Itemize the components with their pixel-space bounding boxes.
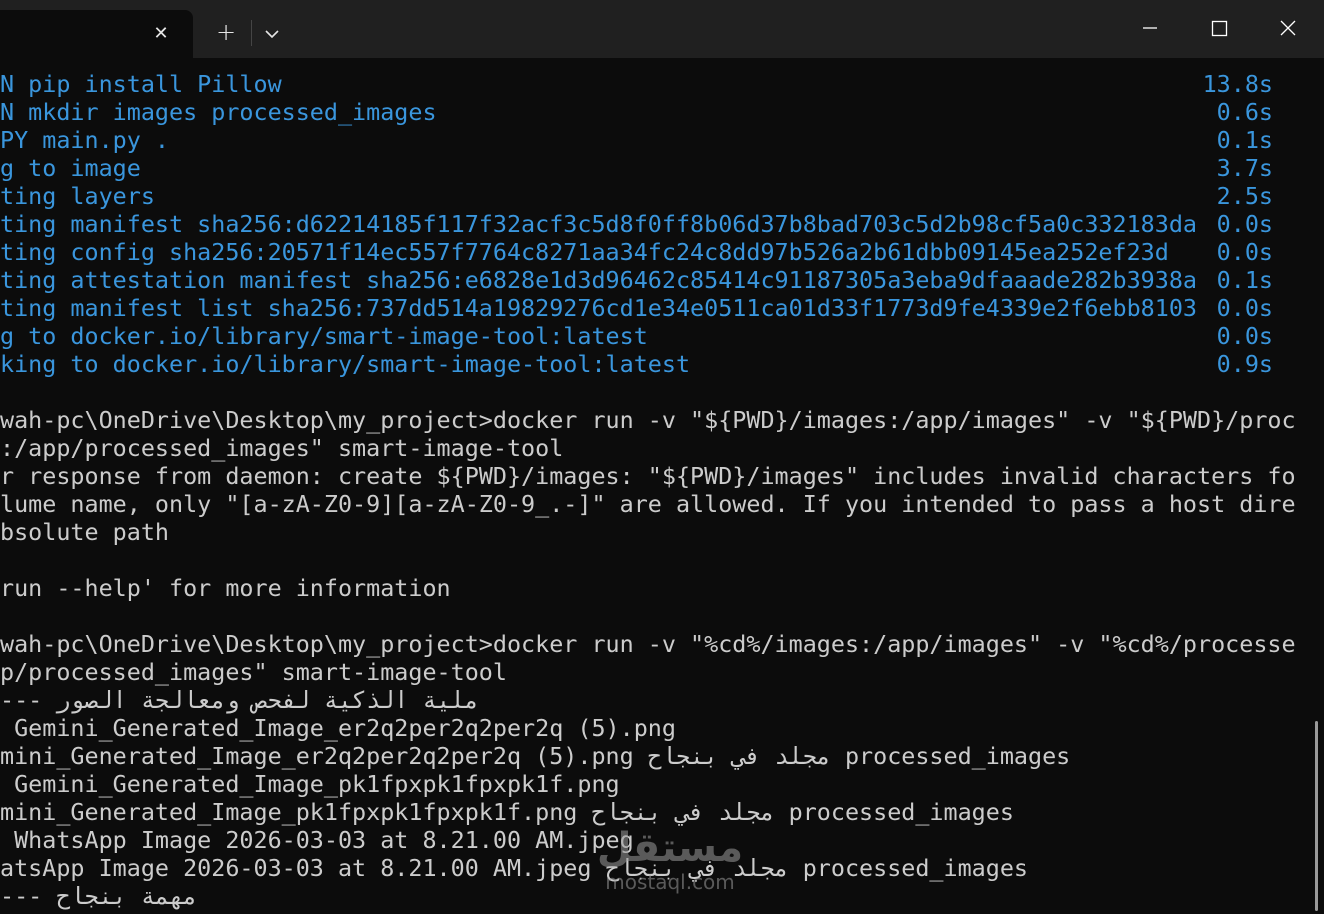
close-icon[interactable]: [1265, 10, 1311, 46]
build-step-time: 0.1s: [1216, 266, 1273, 294]
output-line: ‭mini_Generated_Image_pk1fpxpk1fpxpk1f.p…: [0, 798, 1014, 826]
build-step-text: ting manifest sha256:d62214185f117f32acf…: [0, 210, 1197, 238]
output-line: r response from daemon: create ${PWD}/im…: [0, 462, 1296, 490]
output-line: run --help' for more information: [0, 574, 451, 602]
build-step-time: 0.0s: [1216, 210, 1273, 238]
build-step-line: ting layers 2.5s: [0, 182, 1310, 210]
output-line: ‭--- حاجنب ةمهم‬: [0, 882, 198, 910]
scrollbar-thumb[interactable]: [1315, 721, 1318, 911]
build-step-time: 0.0s: [1216, 322, 1273, 350]
new-tab-icon[interactable]: +: [212, 18, 240, 46]
output-line: ‭--- روصلا ةجلاعمو صحفل ةيكذلا ةيلم‬: [0, 686, 479, 714]
build-step-line: king to docker.io/library/smart-image-to…: [0, 350, 1310, 378]
build-step-line: g to image 3.7s: [0, 154, 1310, 182]
build-step-text: N pip install Pillow: [0, 70, 282, 98]
output-line: wah-pc\OneDrive\Desktop\my_project>docke…: [0, 630, 1296, 658]
build-step-text: king to docker.io/library/smart-image-to…: [0, 350, 691, 378]
output-line: ‭mini_Generated_Image_er2q2per2q2per2q (…: [0, 742, 1071, 770]
build-step-text: ting manifest list sha256:737dd514a19829…: [0, 294, 1197, 322]
build-step-text: g to docker.io/library/smart-image-tool:…: [0, 322, 648, 350]
build-step-time: 0.9s: [1216, 350, 1273, 378]
tab-close-icon[interactable]: ✕: [150, 23, 172, 45]
build-step-text: g to image: [0, 154, 141, 182]
tab-separator: [251, 20, 252, 46]
build-step-text: PY main.py .: [0, 126, 169, 154]
build-step-line: N pip install Pillow 13.8s: [0, 70, 1310, 98]
build-step-line: N mkdir images processed_images 0.6s: [0, 98, 1310, 126]
output-line: Gemini_Generated_Image_er2q2per2q2per2q …: [0, 714, 676, 742]
output-line: Gemini_Generated_Image_pk1fpxpk1fpxpk1f.…: [0, 770, 620, 798]
scrollbar[interactable]: [1310, 58, 1324, 914]
build-step-time: 3.7s: [1216, 154, 1273, 182]
maximize-icon[interactable]: [1196, 10, 1242, 46]
build-step-time: 0.0s: [1216, 294, 1273, 322]
terminal-tab[interactable]: ✕: [0, 10, 193, 58]
build-step-line: g to docker.io/library/smart-image-tool:…: [0, 322, 1310, 350]
build-step-text: N mkdir images processed_images: [0, 98, 437, 126]
output-line: :/app/processed_images" smart-image-tool: [0, 434, 564, 462]
output-line: WhatsApp Image 2026-03-03 at 8.21.00 AM.…: [0, 826, 634, 854]
build-step-line: ting attestation manifest sha256:e6828e1…: [0, 266, 1310, 294]
output-line: wah-pc\OneDrive\Desktop\my_project>docke…: [0, 406, 1296, 434]
build-step-line: PY main.py . 0.1s: [0, 126, 1310, 154]
build-step-time: 13.8s: [1202, 70, 1273, 98]
output-line: p/processed_images" smart-image-tool: [0, 658, 507, 686]
build-step-text: ting config sha256:20571f14ec557f7764c82…: [0, 238, 1169, 266]
build-step-line: ting config sha256:20571f14ec557f7764c82…: [0, 238, 1310, 266]
output-line: lume name, only "[a-zA-Z0-9][a-zA-Z0-9_.…: [0, 490, 1296, 518]
output-line: bsolute path: [0, 518, 169, 546]
terminal-output[interactable]: N pip install Pillow 13.8s N mkdir images…: [0, 70, 1310, 914]
build-step-time: 2.5s: [1216, 182, 1273, 210]
title-bar: ✕ +: [0, 0, 1324, 58]
output-line: ‭atsApp Image 2026-03-03 at 8.21.00 AM.j…: [0, 854, 1029, 882]
build-step-line: ting manifest list sha256:737dd514a19829…: [0, 294, 1310, 322]
minimize-icon[interactable]: [1127, 10, 1173, 46]
build-step-text: ting layers: [0, 182, 155, 210]
build-step-text: ting attestation manifest sha256:e6828e1…: [0, 266, 1197, 294]
chevron-down-icon[interactable]: [259, 20, 285, 46]
build-step-time: 0.0s: [1216, 238, 1273, 266]
build-step-time: 0.1s: [1216, 126, 1273, 154]
build-step-line: ting manifest sha256:d62214185f117f32acf…: [0, 210, 1310, 238]
build-step-time: 0.6s: [1216, 98, 1273, 126]
